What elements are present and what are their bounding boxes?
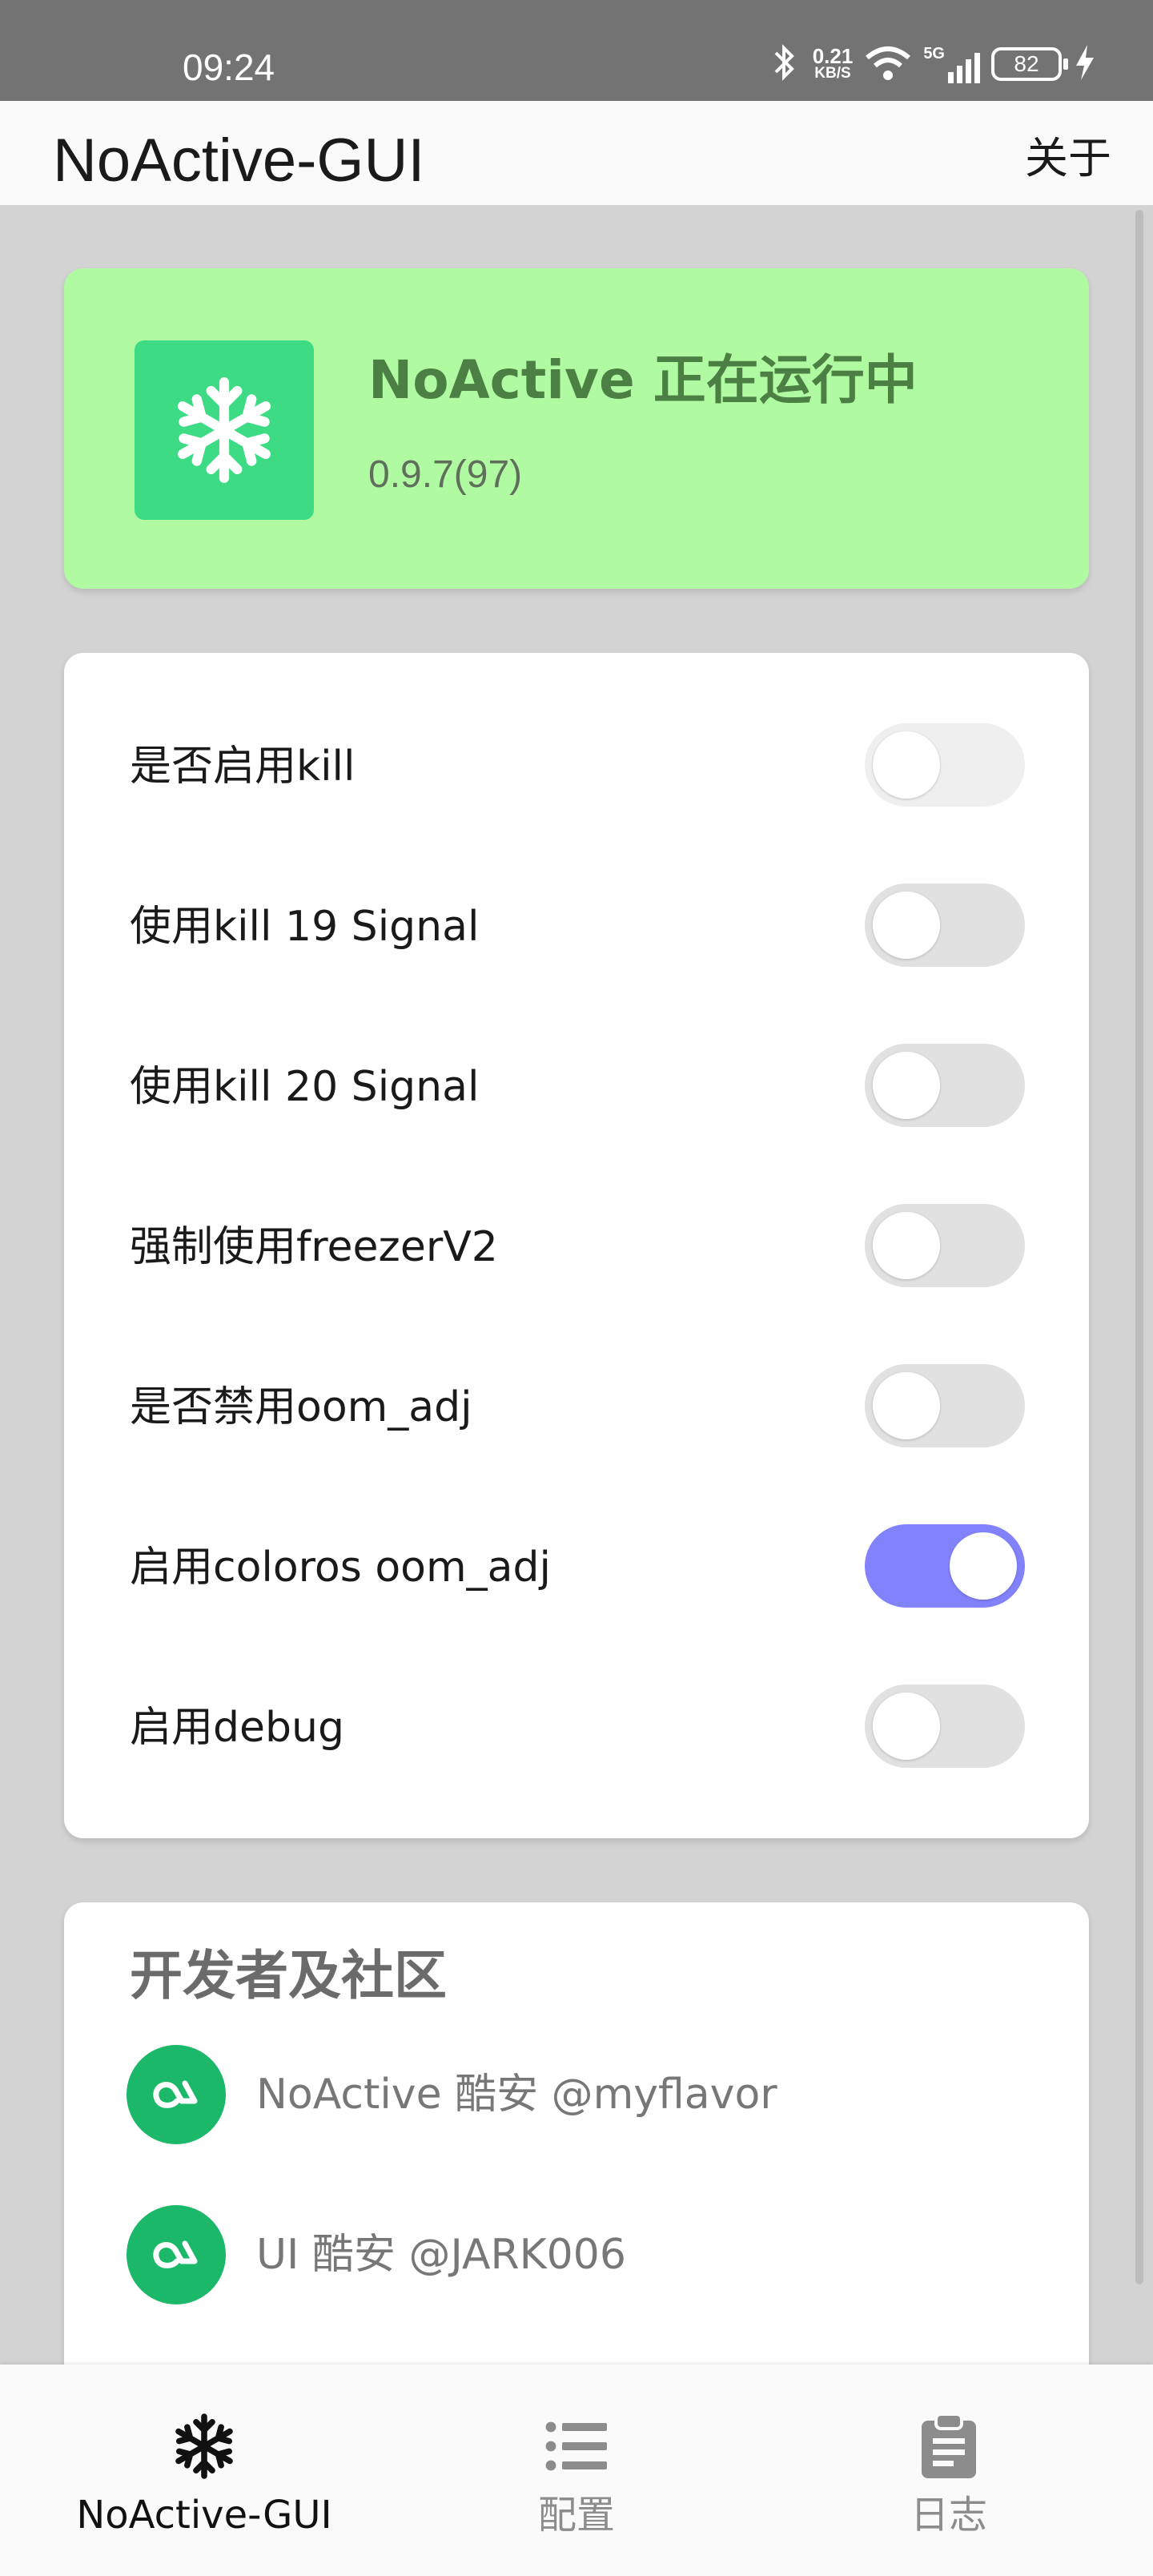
- bluetooth-icon: [769, 42, 801, 87]
- setting-label: 使用kill 19 Signal: [130, 903, 480, 951]
- toggle-switch[interactable]: [865, 1204, 1025, 1287]
- status-icons: 0.21 KB/S 5G 82: [769, 38, 1097, 90]
- clipboard-icon: [910, 2408, 987, 2485]
- app-title: NoActive-GUI: [53, 127, 425, 195]
- setting-label: 启用debug: [130, 1704, 344, 1752]
- setting-label: 是否禁用oom_adj: [130, 1383, 472, 1431]
- nav-label: 配置: [537, 2493, 615, 2538]
- network-type: 5G: [923, 45, 945, 62]
- coolapk-icon: [127, 2205, 226, 2304]
- nav-label: NoActive-GUI: [76, 2493, 332, 2538]
- running-status-card: NoActive 正在运行中 0.9.7(97): [64, 268, 1089, 589]
- toggle-switch[interactable]: [865, 1044, 1025, 1127]
- snowflake-icon: [178, 377, 271, 483]
- developer-link-myflavor[interactable]: NoActive 酷安 @myflavor: [127, 2045, 1007, 2144]
- snowflake-icon: [166, 2408, 243, 2485]
- list-icon: [538, 2408, 615, 2485]
- developer-link-jark006[interactable]: UI 酷安 @JARK006: [127, 2205, 1007, 2304]
- toggle-knob: [873, 731, 940, 799]
- developers-card: 开发者及社区 NoActive 酷安 @myflavor UI 酷安 @JARK…: [64, 1902, 1089, 2383]
- setting-row-kill-20: 使用kill 20 Signal: [64, 1005, 1089, 1165]
- toggle-knob: [873, 1212, 940, 1279]
- cellular-signal-icon: 5G: [923, 45, 980, 83]
- toggle-knob: [873, 1052, 940, 1119]
- toggle-switch[interactable]: [865, 1364, 1025, 1447]
- version-text: 0.9.7(97): [368, 453, 523, 496]
- developers-title: 开发者及社区: [130, 1945, 447, 2006]
- developer-text: UI 酷安 @JARK006: [256, 2231, 626, 2279]
- setting-row-debug: 启用debug: [64, 1646, 1089, 1806]
- toggle-switch[interactable]: [865, 883, 1025, 967]
- settings-card: 是否启用kill 使用kill 19 Signal 使用kill 20 Sign…: [64, 653, 1089, 1838]
- coolapk-icon: [127, 2045, 226, 2144]
- toggle-knob: [873, 1372, 940, 1439]
- nav-label: 日志: [910, 2493, 987, 2538]
- app-logo: [135, 340, 314, 520]
- battery-icon: 82: [991, 47, 1068, 81]
- scrollbar[interactable]: [1135, 210, 1143, 2284]
- setting-label: 是否启用kill: [130, 743, 356, 791]
- bottom-navigation: NoActive-GUI 配置 日志: [0, 2365, 1153, 2576]
- setting-label: 使用kill 20 Signal: [130, 1063, 480, 1111]
- setting-row-freezer-v2: 强制使用freezerV2: [64, 1165, 1089, 1326]
- nav-tab-log[interactable]: 日志: [825, 2365, 1073, 2576]
- nav-tab-home[interactable]: NoActive-GUI: [56, 2365, 352, 2576]
- setting-row-coloros-oom-adj: 启用coloros oom_adj: [64, 1486, 1089, 1646]
- toggle-knob: [873, 1693, 940, 1760]
- nav-tab-config[interactable]: 配置: [452, 2365, 701, 2576]
- app-bar: NoActive-GUI 关于: [0, 101, 1153, 205]
- toggle-switch[interactable]: [865, 723, 1025, 807]
- setting-label: 启用coloros oom_adj: [130, 1544, 551, 1592]
- toggle-switch[interactable]: [865, 1524, 1025, 1608]
- developer-text: NoActive 酷安 @myflavor: [256, 2071, 777, 2119]
- status-time: 09:24: [183, 46, 275, 88]
- running-status-title: NoActive 正在运行中: [368, 349, 918, 411]
- setting-row-kill-19: 使用kill 19 Signal: [64, 845, 1089, 1005]
- toggle-knob: [873, 892, 940, 959]
- setting-row-enable-kill: 是否启用kill: [64, 685, 1089, 845]
- toggle-switch[interactable]: [865, 1684, 1025, 1768]
- charging-icon: [1073, 43, 1097, 86]
- wifi-icon: [864, 43, 912, 86]
- status-bar: 09:24 0.21 KB/S 5G 82: [0, 0, 1153, 101]
- toggle-knob: [950, 1532, 1017, 1600]
- about-button[interactable]: 关于: [1025, 130, 1111, 187]
- setting-label: 强制使用freezerV2: [130, 1223, 498, 1271]
- setting-row-disable-oom-adj: 是否禁用oom_adj: [64, 1326, 1089, 1486]
- network-speed: 0.21 KB/S: [812, 44, 854, 82]
